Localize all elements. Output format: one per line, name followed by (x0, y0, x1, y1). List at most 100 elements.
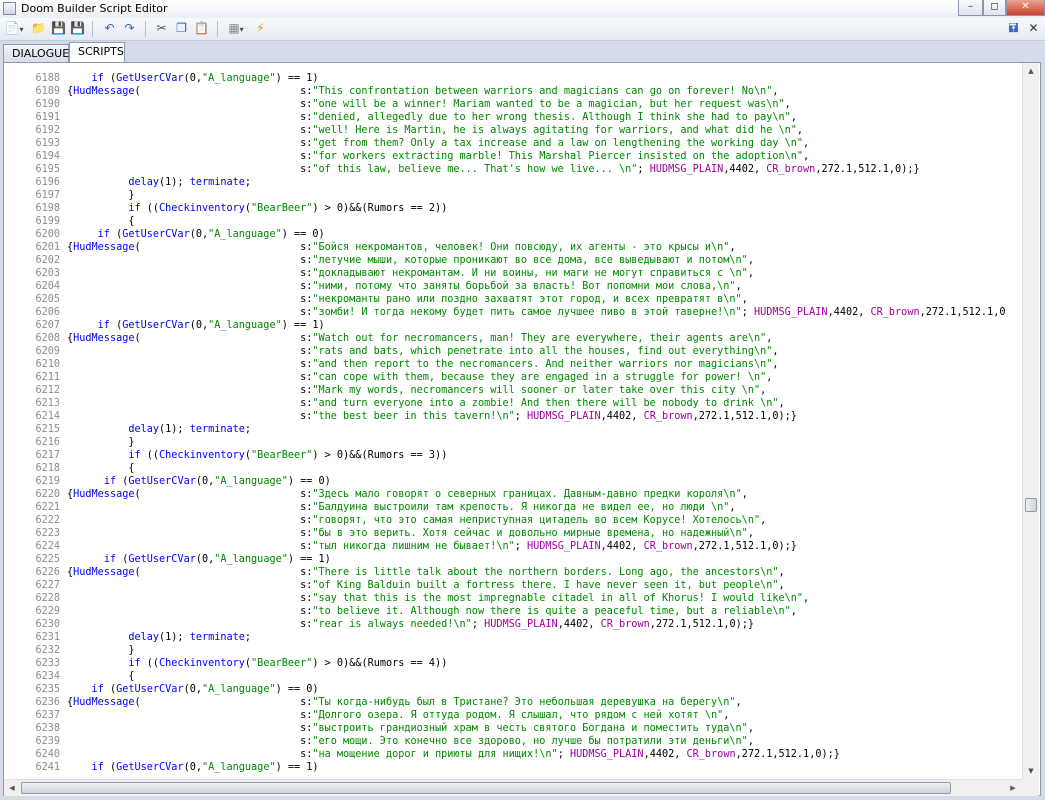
code-line[interactable]: 6219 if (GetUserCVar(0,"A_language") == … (4, 475, 1022, 488)
code-text[interactable]: s:"denied, allegedly due to her wrong th… (67, 111, 797, 124)
code-text[interactable]: delay(1); terminate; (67, 423, 251, 436)
code-text[interactable]: if (GetUserCVar(0,"A_language") == 0) (67, 475, 331, 488)
scroll-left-arrow-icon[interactable]: ◀ (4, 780, 20, 796)
code-line[interactable]: 6191 s:"denied, allegedly due to her wro… (4, 111, 1022, 124)
code-text[interactable]: delay(1); terminate; (67, 631, 251, 644)
code-text[interactable]: s:"Долгого озера. Я оттуда родом. Я слыш… (67, 709, 729, 722)
code-line[interactable]: 6203 s:"докладывают некромантам. И ни во… (4, 267, 1022, 280)
code-line[interactable]: 6235 if (GetUserCVar(0,"A_language") == … (4, 683, 1022, 696)
code-line[interactable]: 6193 s:"get from them? Only a tax increa… (4, 137, 1022, 150)
code-line[interactable]: 6241 if (GetUserCVar(0,"A_language") == … (4, 761, 1022, 774)
code-line[interactable]: 6201 {HudMessage( s:"Бойся некромантов, ч… (4, 241, 1022, 254)
new-file-button[interactable]: 📄▾ (3, 20, 25, 37)
code-text[interactable]: delay(1); terminate; (67, 176, 251, 189)
code-text[interactable]: s:"Балдуина выстроили там крепость. Я ни… (67, 501, 736, 514)
compile-button[interactable]: ⚡ (252, 20, 269, 37)
code-line[interactable]: 6233 if ((Checkinventory("BearBeer") > 0… (4, 657, 1022, 670)
code-line[interactable]: 6190 s:"one will be a winner! Mariam wan… (4, 98, 1022, 111)
code-text[interactable]: if (GetUserCVar(0,"A_language") == 1) (67, 761, 319, 774)
code-line[interactable]: 6204 s:"ними, потому что заняты борьбой … (4, 280, 1022, 293)
code-line[interactable]: 6215 delay(1); terminate; (4, 423, 1022, 436)
code-text[interactable]: { (67, 462, 134, 475)
tab-dialogue[interactable]: DIALOGUE (3, 44, 69, 62)
code-line[interactable]: 6237 s:"Долгого озера. Я оттуда родом. Я… (4, 709, 1022, 722)
code-text[interactable]: } (67, 644, 134, 657)
code-line[interactable]: 6232 } (4, 644, 1022, 657)
code-text[interactable]: if (GetUserCVar(0,"A_language") == 1) (67, 553, 331, 566)
code-line[interactable]: 6227 s:"of King Balduin built a fortress… (4, 579, 1022, 592)
script-editor[interactable]: 6188 if (GetUserCVar(0,"A_language") == … (3, 62, 1041, 796)
code-text[interactable]: {HudMessage( s:"Ты когда-нибудь был в Тр… (67, 696, 742, 709)
code-line[interactable]: 6231 delay(1); terminate; (4, 631, 1022, 644)
code-line[interactable]: 6189 {HudMessage( s:"This confrontation b… (4, 85, 1022, 98)
code-text[interactable]: s:"one will be a winner! Mariam wanted t… (67, 98, 791, 111)
code-text[interactable]: if (GetUserCVar(0,"A_language") == 1) (67, 72, 319, 85)
code-line[interactable]: 6195 s:"of this law, believe me... That'… (4, 163, 1022, 176)
code-text[interactable]: s:"летучие мыши, которые проникают во вс… (67, 254, 754, 267)
code-line[interactable]: 6208 {HudMessage( s:"Watch out for necrom… (4, 332, 1022, 345)
code-text[interactable]: { (67, 215, 134, 228)
copy-button[interactable]: ❐ (173, 20, 190, 37)
dock-button[interactable]: 🖬 (1005, 20, 1022, 37)
vertical-scrollbar[interactable]: ▲ ▼ (1022, 63, 1039, 779)
code-line[interactable]: 6200 if (GetUserCVar(0,"A_language") == … (4, 228, 1022, 241)
code-line[interactable]: 6210 s:"and then report to the necromanc… (4, 358, 1022, 371)
script-button[interactable]: ▦▾ (225, 20, 247, 37)
code-line[interactable]: 6222 s:"говорят, что это самая неприступ… (4, 514, 1022, 527)
code-line[interactable]: 6194 s:"for workers extracting marble! T… (4, 150, 1022, 163)
code-line[interactable]: 6196 delay(1); terminate; (4, 176, 1022, 189)
code-line[interactable]: 6199 { (4, 215, 1022, 228)
code-text[interactable]: s:"rats and bats, which penetrate into a… (67, 345, 778, 358)
code-text[interactable]: s:"зомби! И тогда некому будет пить само… (67, 306, 1005, 319)
code-line[interactable]: 6214 s:"the best beer in this tavern!\n"… (4, 410, 1022, 423)
code-text[interactable]: {HudMessage( s:"This confrontation betwe… (67, 85, 779, 98)
code-text[interactable]: if (GetUserCVar(0,"A_language") == 1) (67, 319, 325, 332)
code-line[interactable]: 6225 if (GetUserCVar(0,"A_language") == … (4, 553, 1022, 566)
code-text[interactable]: s:"некроманты рано или поздно захватят э… (67, 293, 748, 306)
code-text[interactable]: s:"get from them? Only a tax increase an… (67, 137, 809, 150)
maximize-button[interactable]: ◻ (983, 0, 1006, 16)
code-line[interactable]: 6202 s:"летучие мыши, которые проникают … (4, 254, 1022, 267)
horizontal-scrollbar[interactable]: ◀ ▶ (4, 779, 1022, 796)
code-line[interactable]: 6188 if (GetUserCVar(0,"A_language") == … (4, 72, 1022, 85)
save-all-button[interactable]: 💾 (69, 20, 86, 37)
code-line[interactable]: 6238 s:"выстроить грандиозный храм в чес… (4, 722, 1022, 735)
code-line[interactable]: 6217 if ((Checkinventory("BearBeer") > 0… (4, 449, 1022, 462)
code-text[interactable]: { (67, 670, 134, 683)
code-text[interactable]: s:"бы в это верить. Хотя сейчас и доволь… (67, 527, 754, 540)
code-line[interactable]: 6223 s:"бы в это верить. Хотя сейчас и д… (4, 527, 1022, 540)
code-line[interactable]: 6218 { (4, 462, 1022, 475)
code-text[interactable]: s:"Mark my words, necromancers will soon… (67, 384, 766, 397)
code-text[interactable]: if (GetUserCVar(0,"A_language") == 0) (67, 683, 319, 696)
code-line[interactable]: 6205 s:"некроманты рано или поздно захва… (4, 293, 1022, 306)
horizontal-scroll-thumb[interactable] (21, 782, 951, 794)
code-text[interactable]: {HudMessage( s:"There is little talk abo… (67, 566, 785, 579)
redo-button[interactable]: ↷ (121, 20, 138, 37)
code-line[interactable]: 6192 s:"well! Here is Martin, he is alwa… (4, 124, 1022, 137)
code-line[interactable]: 6221 s:"Балдуина выстроили там крепость.… (4, 501, 1022, 514)
code-text[interactable]: if (GetUserCVar(0,"A_language") == 0) (67, 228, 325, 241)
code-text[interactable]: s:"ними, потому что заняты борьбой за вл… (67, 280, 742, 293)
code-text[interactable]: {HudMessage( s:"Бойся некромантов, челов… (67, 241, 736, 254)
paste-button[interactable]: 📋 (193, 20, 210, 37)
code-line[interactable]: 6206 s:"зомби! И тогда некому будет пить… (4, 306, 1022, 319)
code-text[interactable]: s:"его мощи. Это конечно все здорово, но… (67, 735, 754, 748)
code-text[interactable]: s:"докладывают некромантам. И ни воины, … (67, 267, 754, 280)
code-line[interactable]: 6197 } (4, 189, 1022, 202)
code-text[interactable]: s:"and then report to the necromancers. … (67, 358, 778, 371)
code-area[interactable]: 6188 if (GetUserCVar(0,"A_language") == … (4, 63, 1022, 779)
code-line[interactable]: 6220 {HudMessage( s:"Здесь мало говорят о… (4, 488, 1022, 501)
code-text[interactable]: s:"say that this is the most impregnable… (67, 592, 809, 605)
code-text[interactable]: s:"тыл никогда лишним не бывает!\n"; HUD… (67, 540, 797, 553)
vertical-scroll-thumb[interactable] (1025, 498, 1037, 512)
code-line[interactable]: 6207 if (GetUserCVar(0,"A_language") == … (4, 319, 1022, 332)
code-text[interactable]: s:"rear is always needed!\n"; HUDMSG_PLA… (67, 618, 754, 631)
code-text[interactable]: s:"to believe it. Although now there is … (67, 605, 797, 618)
code-text[interactable]: s:"выстроить грандиозный храм в честь св… (67, 722, 754, 735)
code-text[interactable]: if ((Checkinventory("BearBeer") > 0)&&(R… (67, 202, 447, 215)
code-line[interactable]: 6226 {HudMessage( s:"There is little talk… (4, 566, 1022, 579)
minimize-button[interactable]: – (958, 0, 983, 16)
tab-scripts[interactable]: SCRIPTS (69, 42, 125, 63)
scroll-down-arrow-icon[interactable]: ▼ (1023, 763, 1039, 779)
cut-button[interactable]: ✂ (153, 20, 170, 37)
